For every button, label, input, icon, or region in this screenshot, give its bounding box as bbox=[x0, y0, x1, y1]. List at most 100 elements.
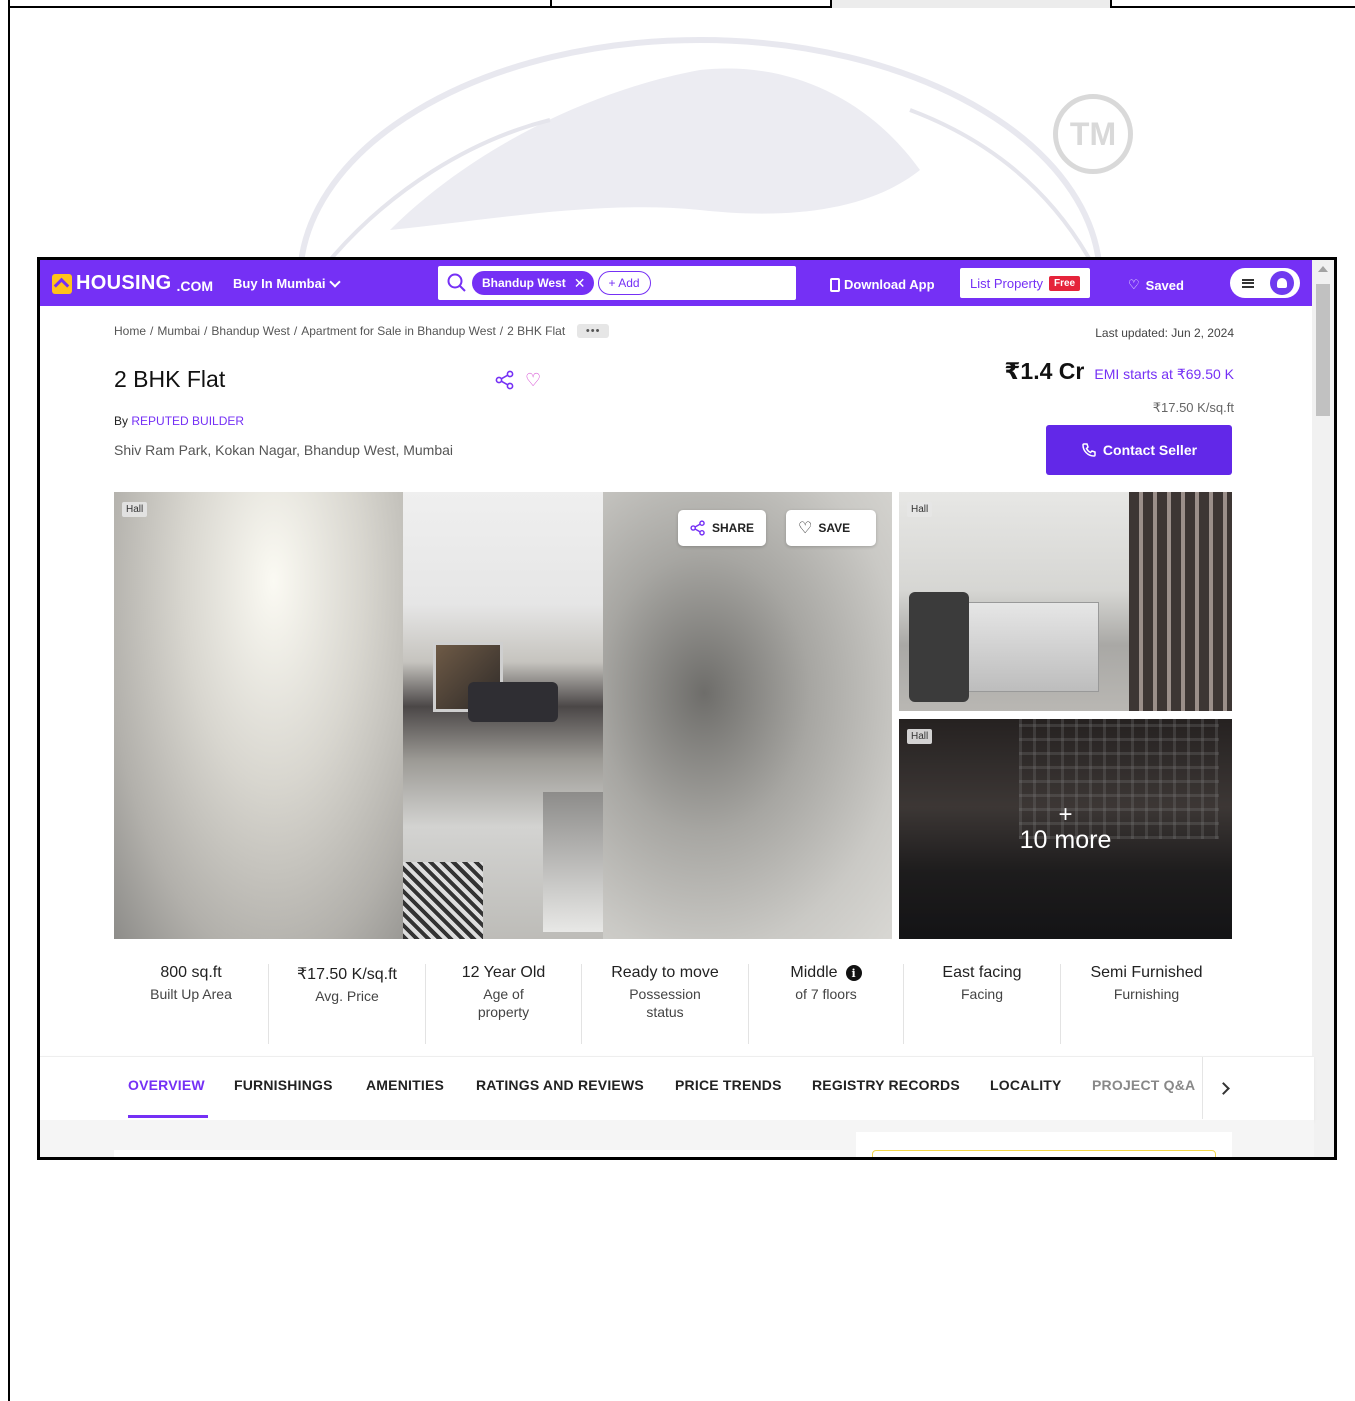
fact-age: 12 Year Old Age of property bbox=[426, 964, 582, 1044]
breadcrumb-separator: / bbox=[293, 324, 298, 338]
buy-location-dropdown[interactable]: Buy In Mumbai bbox=[233, 275, 342, 291]
share-button[interactable]: SHARE bbox=[678, 510, 766, 546]
breadcrumb-separator: / bbox=[150, 324, 154, 338]
chevron-right-icon bbox=[1217, 1081, 1230, 1095]
photo-tag: Hall bbox=[907, 729, 933, 744]
account-menu-button[interactable] bbox=[1230, 268, 1300, 298]
breadcrumb-bhandup-west[interactable]: Bhandup West bbox=[211, 324, 290, 338]
close-icon[interactable]: ✕ bbox=[574, 275, 586, 292]
more-photos-count: 10 more bbox=[1019, 825, 1112, 854]
save-label: SAVE bbox=[818, 521, 851, 535]
active-tab-indicator bbox=[128, 1115, 208, 1118]
user-icon bbox=[1277, 278, 1287, 288]
side-card bbox=[856, 1132, 1232, 1157]
title-actions: ♡ bbox=[495, 370, 541, 391]
fact-facing: East facing Facing bbox=[904, 964, 1061, 1044]
fact-label: Possession status bbox=[629, 986, 701, 1020]
fact-furnishing: Semi Furnished Furnishing bbox=[1061, 964, 1232, 1044]
photo-blur-right bbox=[603, 492, 892, 939]
chevron-down-icon bbox=[329, 275, 342, 288]
buy-dropdown-label: Buy In Mumbai bbox=[233, 276, 326, 291]
more-photos-overlay: + 10 more bbox=[899, 719, 1232, 939]
avatar bbox=[1270, 271, 1294, 295]
download-app-link[interactable]: Download App bbox=[830, 277, 935, 292]
price-row: ₹1.4 Cr EMI starts at ₹69.50 K bbox=[1004, 358, 1234, 385]
housing-logo[interactable]: HOUSING .COM bbox=[52, 272, 213, 295]
scroll-up-icon[interactable] bbox=[1318, 266, 1328, 272]
search-bar[interactable]: Bhandup West ✕ + Add bbox=[438, 266, 796, 300]
heart-icon: ♡ bbox=[1128, 277, 1140, 292]
breadcrumb-apartment-for-sale[interactable]: Apartment for Sale in Bhandup West bbox=[301, 324, 496, 338]
info-icon[interactable]: i bbox=[845, 965, 862, 981]
fact-label: Built Up Area bbox=[150, 986, 232, 1002]
heart-icon[interactable]: ♡ bbox=[525, 370, 541, 391]
saved-label: Saved bbox=[1145, 277, 1184, 293]
heart-icon: ♡ bbox=[798, 520, 813, 537]
search-icon bbox=[447, 273, 466, 292]
breadcrumb-separator: / bbox=[499, 324, 504, 338]
overview-card bbox=[114, 1150, 840, 1157]
fact-value: 12 Year Old bbox=[461, 964, 546, 981]
tab-furnishings[interactable]: FURNISHINGS bbox=[234, 1077, 333, 1093]
floor-position: Middle bbox=[790, 964, 838, 981]
fact-floor: Middle i of 7 floors bbox=[749, 964, 904, 1044]
gallery-more-photos[interactable]: + 10 more Hall bbox=[899, 719, 1232, 939]
last-updated: Last updated: Jun 2, 2024 bbox=[1095, 326, 1234, 340]
breadcrumb-home[interactable]: Home bbox=[114, 324, 146, 338]
scrollbar-thumb[interactable] bbox=[1316, 284, 1330, 416]
brand-name: HOUSING bbox=[76, 272, 172, 294]
fact-label: of 7 floors bbox=[795, 986, 857, 1002]
tabs-next-button[interactable] bbox=[1202, 1057, 1244, 1119]
table-top-row bbox=[8, 0, 1355, 8]
save-button[interactable]: ♡ SAVE bbox=[786, 510, 876, 546]
tab-amenities[interactable]: AMENITIES bbox=[366, 1077, 444, 1093]
tab-overview[interactable]: OVERVIEW bbox=[128, 1077, 205, 1093]
download-app-label: Download App bbox=[844, 277, 935, 292]
phone-icon bbox=[1082, 443, 1096, 457]
breadcrumb-more-button[interactable]: ••• bbox=[577, 324, 610, 338]
fact-value: Middle i bbox=[753, 964, 899, 982]
list-property-button[interactable]: List Property Free bbox=[960, 268, 1091, 298]
share-icon[interactable] bbox=[495, 370, 515, 390]
builder-line: By REPUTED BUILDER bbox=[114, 414, 244, 428]
breadcrumb-mumbai[interactable]: Mumbai bbox=[157, 324, 200, 338]
page-scrollbar[interactable] bbox=[1312, 260, 1334, 1157]
photo-blur-left bbox=[114, 492, 404, 939]
section-tabs: OVERVIEW FURNISHINGS AMENITIES RATINGS A… bbox=[40, 1056, 1314, 1120]
tab-locality[interactable]: LOCALITY bbox=[990, 1077, 1062, 1093]
main-photo[interactable]: Hall SHARE ♡ SAVE bbox=[114, 492, 892, 939]
page-title: 2 BHK Flat bbox=[114, 366, 226, 392]
fact-label: Age of property bbox=[477, 986, 530, 1020]
photo-detail bbox=[543, 792, 603, 932]
browser-screenshot: HOUSING .COM Buy In Mumbai Bhandup West … bbox=[37, 257, 1337, 1160]
table-cell bbox=[552, 0, 832, 8]
gallery-thumbnail[interactable]: Hall bbox=[899, 492, 1232, 711]
free-badge: Free bbox=[1048, 275, 1081, 291]
photo-detail bbox=[1129, 492, 1232, 711]
fact-value: Ready to move bbox=[611, 964, 719, 981]
hamburger-menu-icon bbox=[1242, 278, 1254, 288]
emi-link[interactable]: EMI starts at ₹69.50 K bbox=[1094, 366, 1234, 383]
content-area bbox=[40, 1120, 1314, 1157]
list-property-label: List Property bbox=[970, 275, 1043, 291]
builder-link[interactable]: REPUTED BUILDER bbox=[131, 414, 244, 428]
fact-avg-price: ₹17.50 K/sq.ft Avg. Price bbox=[269, 964, 426, 1044]
contact-seller-button[interactable]: Contact Seller bbox=[1046, 425, 1232, 475]
brand-suffix: .COM bbox=[176, 277, 214, 294]
add-location-button[interactable]: + Add bbox=[597, 271, 651, 295]
location-chip[interactable]: Bhandup West ✕ bbox=[472, 271, 594, 295]
photo-detail bbox=[403, 862, 483, 939]
tab-project-qa[interactable]: PROJECT Q&A bbox=[1092, 1077, 1195, 1093]
tab-ratings-and-reviews[interactable]: RATINGS AND REVIEWS bbox=[476, 1077, 644, 1093]
fact-possession: Ready to move Possession status bbox=[582, 964, 749, 1044]
home-logo-icon bbox=[52, 273, 72, 294]
table-cell bbox=[832, 0, 1112, 8]
property-facts: 800 sq.ft Built Up Area ₹17.50 K/sq.ft A… bbox=[114, 964, 1232, 1044]
saved-link[interactable]: ♡ Saved bbox=[1128, 277, 1184, 293]
tab-registry-records[interactable]: REGISTRY RECORDS bbox=[812, 1077, 960, 1093]
tab-price-trends[interactable]: PRICE TRENDS bbox=[675, 1077, 782, 1093]
trademark-icon: TM bbox=[1053, 94, 1133, 174]
fact-value: 800 sq.ft bbox=[160, 964, 222, 981]
photo-tag: Hall bbox=[907, 502, 933, 517]
property-price: ₹1.4 Cr bbox=[1004, 358, 1085, 384]
